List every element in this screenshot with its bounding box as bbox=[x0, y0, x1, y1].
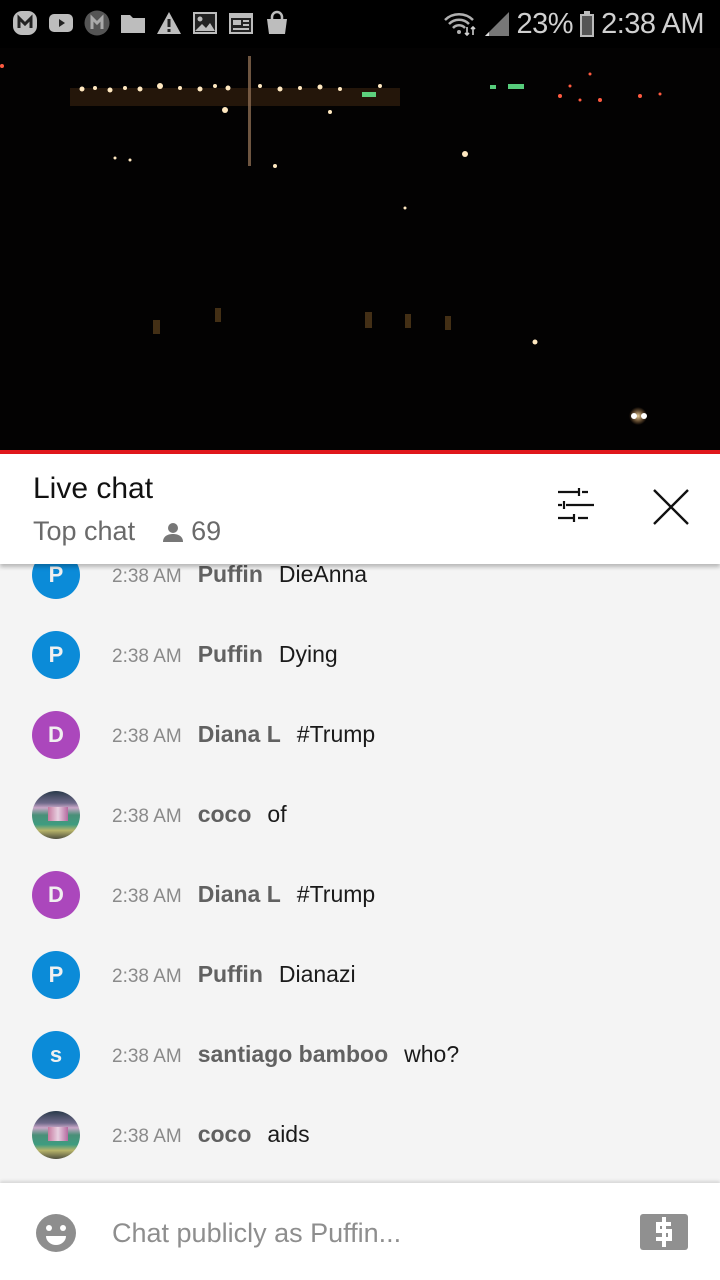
chat-input-bar bbox=[0, 1183, 720, 1280]
chat-message: s 2:38 AM santiago bamboo who? bbox=[0, 1015, 720, 1095]
message-text: aids bbox=[267, 1121, 310, 1147]
message-time: 2:38 AM bbox=[112, 886, 182, 907]
chat-message: P 2:38 AM Puffin Dianazi bbox=[0, 935, 720, 1015]
chat-mode-selector[interactable]: Top chat 69 bbox=[33, 516, 221, 547]
viewer-count-value: 69 bbox=[191, 516, 222, 546]
avatar[interactable]: P bbox=[32, 951, 80, 999]
viewer-count: 69 bbox=[161, 516, 221, 547]
emoji-button[interactable] bbox=[36, 1213, 76, 1253]
message-time: 2:38 AM bbox=[112, 646, 182, 667]
message-time: 2:38 AM bbox=[112, 1126, 182, 1147]
avatar[interactable]: s bbox=[32, 1031, 80, 1079]
dollar-icon bbox=[656, 1217, 672, 1247]
message-author[interactable]: santiago bamboo bbox=[198, 1041, 388, 1068]
message-text: of bbox=[267, 801, 287, 827]
chat-message: D 2:38 AM Diana L #Trump bbox=[0, 855, 720, 935]
message-time: 2:38 AM bbox=[112, 566, 182, 587]
chat-message: P 2:38 AM Puffin Dying bbox=[0, 615, 720, 695]
message-author[interactable]: Diana L bbox=[198, 881, 281, 908]
video-frame bbox=[0, 48, 720, 450]
avatar[interactable]: D bbox=[32, 871, 80, 919]
wifi-icon bbox=[443, 13, 476, 37]
chat-mode-label: Top chat bbox=[33, 516, 136, 546]
chat-message-input[interactable] bbox=[112, 1211, 592, 1255]
message-author[interactable]: Puffin bbox=[198, 561, 263, 588]
close-chat-button[interactable] bbox=[648, 484, 696, 532]
message-author[interactable]: coco bbox=[198, 1121, 252, 1148]
signal-icon bbox=[484, 12, 509, 36]
live-chat-header: Live chat Top chat 69 bbox=[0, 454, 720, 564]
status-bar: 23% 2:38 AM bbox=[0, 0, 720, 48]
avatar[interactable]: P bbox=[32, 631, 80, 679]
messenger-alt-icon bbox=[84, 10, 110, 36]
message-time: 2:38 AM bbox=[112, 966, 182, 987]
message-text: Dying bbox=[278, 641, 338, 667]
battery-percent: 23% bbox=[516, 7, 574, 40]
shopping-bag-icon bbox=[267, 10, 287, 34]
message-text: #Trump bbox=[296, 881, 376, 907]
message-text: #Trump bbox=[296, 721, 376, 747]
system-status: 23% 2:38 AM bbox=[443, 6, 704, 42]
smiley-icon bbox=[36, 1214, 76, 1252]
close-icon bbox=[653, 489, 689, 525]
person-icon bbox=[163, 522, 184, 542]
youtube-icon bbox=[49, 14, 73, 32]
notification-icons bbox=[12, 10, 290, 36]
message-text: Dianazi bbox=[278, 961, 356, 987]
message-time: 2:38 AM bbox=[112, 726, 182, 747]
message-time: 2:38 AM bbox=[112, 806, 182, 827]
sliders-icon bbox=[558, 488, 594, 522]
chat-messages-list[interactable]: P 2:38 AM Puffin DieAnna P 2:38 AM Puffin Dy… bbox=[0, 535, 720, 1180]
avatar-photo[interactable] bbox=[32, 1111, 80, 1159]
image-icon bbox=[193, 12, 217, 34]
folder-icon bbox=[121, 15, 145, 33]
news-icon bbox=[229, 13, 253, 34]
chat-title: Live chat bbox=[33, 472, 154, 505]
message-author[interactable]: Puffin bbox=[198, 961, 263, 988]
chat-message: D 2:38 AM Diana L #Trump bbox=[0, 695, 720, 775]
chat-message: 2:38 AM coco aids bbox=[0, 1095, 720, 1175]
battery-icon bbox=[580, 11, 595, 37]
avatar[interactable]: D bbox=[32, 711, 80, 759]
message-author[interactable]: coco bbox=[198, 801, 252, 828]
avatar-photo[interactable] bbox=[32, 791, 80, 839]
clock: 2:38 AM bbox=[601, 7, 704, 40]
super-chat-button[interactable] bbox=[640, 1214, 688, 1250]
message-time: 2:38 AM bbox=[112, 1046, 182, 1067]
message-text: who? bbox=[404, 1041, 460, 1067]
warning-icon bbox=[157, 12, 181, 34]
chat-filter-button[interactable] bbox=[552, 484, 600, 532]
message-author[interactable]: Diana L bbox=[198, 721, 281, 748]
chat-message: 2:38 AM coco of bbox=[0, 775, 720, 855]
message-text: DieAnna bbox=[278, 561, 368, 587]
messenger-icon bbox=[13, 11, 37, 35]
message-author[interactable]: Puffin bbox=[198, 641, 263, 668]
video-player[interactable] bbox=[0, 48, 720, 450]
